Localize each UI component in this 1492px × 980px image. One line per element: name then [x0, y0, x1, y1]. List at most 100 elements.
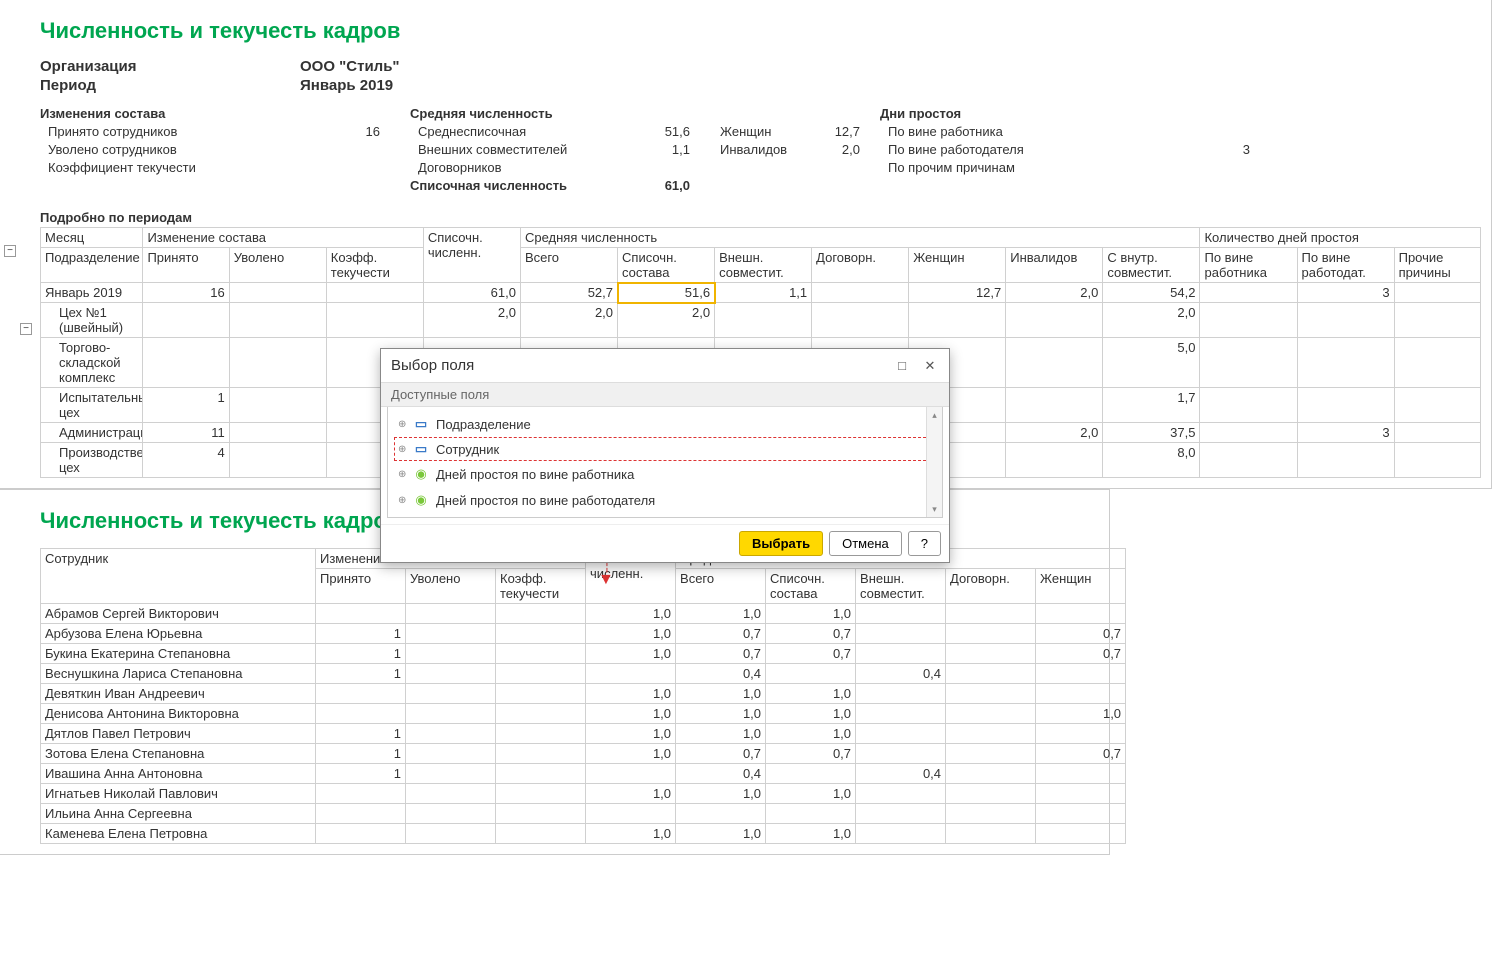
- cell-emp[interactable]: Абрамов Сергей Викторович: [41, 604, 316, 624]
- cell-l[interactable]: 1,0: [586, 684, 676, 704]
- cell-t[interactable]: 0,4: [676, 764, 766, 784]
- cell-fired[interactable]: [229, 388, 326, 423]
- table-row[interactable]: Каменева Елена Петровна1,01,01,0: [41, 824, 1126, 844]
- cell-inner[interactable]: 54,2: [1103, 283, 1200, 303]
- cell-w[interactable]: [1036, 824, 1126, 844]
- maximize-icon[interactable]: □: [893, 358, 911, 373]
- cell-h[interactable]: [316, 824, 406, 844]
- cell-hired[interactable]: [143, 303, 229, 338]
- cell-e[interactable]: [856, 724, 946, 744]
- col2-ext[interactable]: Внешн. совместит.: [856, 569, 946, 604]
- cell-d[interactable]: [946, 644, 1036, 664]
- cell-lc[interactable]: 1,0: [766, 604, 856, 624]
- cell-w[interactable]: [1036, 724, 1126, 744]
- cell-ie[interactable]: [1200, 388, 1297, 423]
- cell-w[interactable]: [1036, 664, 1126, 684]
- cell-fired[interactable]: [229, 423, 326, 443]
- cell-lc[interactable]: 1,0: [766, 824, 856, 844]
- cell-t[interactable]: [676, 804, 766, 824]
- cell-emp[interactable]: Арбузова Елена Юрьевна: [41, 624, 316, 644]
- col2-coef[interactable]: Коэфф. текучести: [496, 569, 586, 604]
- cell-hired[interactable]: 4: [143, 443, 229, 478]
- cell-emp[interactable]: Зотова Елена Степановна: [41, 744, 316, 764]
- cell-inner[interactable]: 1,7: [1103, 388, 1200, 423]
- cell-l[interactable]: 1,0: [586, 704, 676, 724]
- cell-dept[interactable]: Январь 2019: [41, 283, 143, 303]
- cell-e[interactable]: [856, 704, 946, 724]
- cell-hired[interactable]: 11: [143, 423, 229, 443]
- col-change[interactable]: Изменение состава: [143, 228, 423, 248]
- table-row[interactable]: Игнатьев Николай Павлович1,01,01,0: [41, 784, 1126, 804]
- cell-io[interactable]: [1394, 423, 1480, 443]
- cell-w[interactable]: [1036, 804, 1126, 824]
- cell-t[interactable]: 1,0: [676, 604, 766, 624]
- table-row[interactable]: Дятлов Павел Петрович11,01,01,0: [41, 724, 1126, 744]
- cell-e[interactable]: [856, 804, 946, 824]
- cell-t[interactable]: 0,7: [676, 624, 766, 644]
- cell-lc[interactable]: [766, 804, 856, 824]
- cell-ib[interactable]: [1297, 388, 1394, 423]
- cell-inner[interactable]: 2,0: [1103, 303, 1200, 338]
- cell-lc[interactable]: [766, 764, 856, 784]
- col-dept[interactable]: Подразделение: [41, 248, 143, 283]
- cell-l[interactable]: 1,0: [586, 604, 676, 624]
- cell-lc[interactable]: 0,7: [766, 624, 856, 644]
- table-row[interactable]: Зотова Елена Степановна11,00,70,70,7: [41, 744, 1126, 764]
- col2-employee[interactable]: Сотрудник: [41, 549, 316, 604]
- cell-emp[interactable]: Ивашина Анна Антоновна: [41, 764, 316, 784]
- expand-icon[interactable]: ⊕: [398, 495, 412, 506]
- col-idle[interactable]: Количество дней простоя: [1200, 228, 1481, 248]
- cell-t[interactable]: 0,7: [676, 744, 766, 764]
- table-row[interactable]: Ильина Анна Сергеевна: [41, 804, 1126, 824]
- help-button[interactable]: ?: [908, 531, 941, 556]
- cell-emp[interactable]: Веснушкина Лариса Степановна: [41, 664, 316, 684]
- cell-f[interactable]: [406, 624, 496, 644]
- cell-list[interactable]: 2,0: [423, 303, 520, 338]
- cell-lc[interactable]: 0,7: [766, 644, 856, 664]
- cell-d[interactable]: [946, 704, 1036, 724]
- cell-w[interactable]: [1036, 684, 1126, 704]
- col-idle-other[interactable]: Прочие причины: [1394, 248, 1480, 283]
- cell-f[interactable]: [406, 644, 496, 664]
- cell-list[interactable]: 61,0: [423, 283, 520, 303]
- cell-hired[interactable]: [143, 338, 229, 388]
- scroll-down-icon[interactable]: ▾: [927, 501, 942, 517]
- cell-ext[interactable]: 1,1: [715, 283, 812, 303]
- col-idle-boss[interactable]: По вине работодат.: [1297, 248, 1394, 283]
- expand-icon[interactable]: ⊕: [398, 444, 412, 455]
- cell-f[interactable]: [406, 724, 496, 744]
- cell-inv[interactable]: [1006, 443, 1103, 478]
- cell-dept[interactable]: Испытательный цех: [41, 388, 143, 423]
- table-row[interactable]: Денисова Антонина Викторовна1,01,01,01,0: [41, 704, 1126, 724]
- outline-collapse-all-icon[interactable]: −: [4, 245, 16, 257]
- cell-ib[interactable]: 3: [1297, 283, 1394, 303]
- cell-dog[interactable]: [812, 303, 909, 338]
- cell-t[interactable]: 1,0: [676, 724, 766, 744]
- cell-l[interactable]: [586, 664, 676, 684]
- cell-listc[interactable]: 2,0: [618, 303, 715, 338]
- cell-ie[interactable]: [1200, 423, 1297, 443]
- cell-listc[interactable]: 51,6: [618, 283, 715, 303]
- col-dog[interactable]: Договорн.: [812, 248, 909, 283]
- cell-ib[interactable]: [1297, 443, 1394, 478]
- cell-t[interactable]: 0,7: [676, 644, 766, 664]
- cell-f[interactable]: [406, 664, 496, 684]
- field-row[interactable]: ⊕◉Дней простоя по вине работника: [388, 461, 942, 487]
- cancel-button[interactable]: Отмена: [829, 531, 902, 556]
- cell-h[interactable]: [316, 684, 406, 704]
- cell-t[interactable]: 1,0: [676, 684, 766, 704]
- cell-t[interactable]: 1,0: [676, 704, 766, 724]
- col-list[interactable]: Списочн. численн.: [423, 228, 520, 283]
- table-row[interactable]: Цех №1 (швейный)2,02,02,02,0: [41, 303, 1481, 338]
- cell-ext[interactable]: [715, 303, 812, 338]
- cell-inner[interactable]: 5,0: [1103, 338, 1200, 388]
- cell-ie[interactable]: [1200, 338, 1297, 388]
- cell-e[interactable]: [856, 684, 946, 704]
- cell-t[interactable]: 1,0: [676, 784, 766, 804]
- cell-c[interactable]: [496, 724, 586, 744]
- cell-c[interactable]: [496, 704, 586, 724]
- cell-inv[interactable]: [1006, 388, 1103, 423]
- cell-total[interactable]: 52,7: [520, 283, 617, 303]
- table-row[interactable]: Абрамов Сергей Викторович1,01,01,0: [41, 604, 1126, 624]
- cell-ie[interactable]: [1200, 283, 1297, 303]
